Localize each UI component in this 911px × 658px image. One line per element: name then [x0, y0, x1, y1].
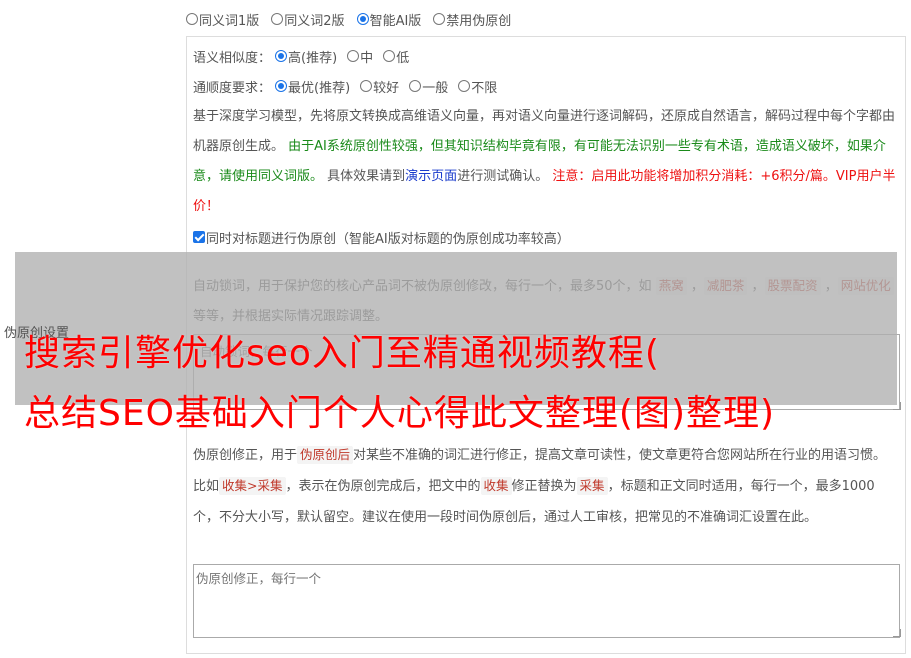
radio-fluency-normal[interactable]	[409, 80, 422, 92]
fluency-row: 通顺度要求： 最优(推荐) 较好 一般 不限	[193, 76, 507, 96]
version-label: 智能AI版	[369, 13, 422, 29]
similarity-option-low[interactable]: 低	[383, 47, 409, 66]
option-label: 中	[360, 50, 374, 66]
lock-example-tag: 燕窝	[655, 277, 687, 295]
version-label: 同义词1版	[199, 13, 260, 29]
radio-similarity-medium[interactable]	[347, 50, 360, 62]
option-label: 最优(推荐)	[288, 80, 351, 96]
similarity-option-high[interactable]: 高(推荐)	[275, 47, 337, 66]
fluency-label: 通顺度要求：	[193, 80, 272, 96]
demo-page-link[interactable]: 演示页面	[405, 169, 457, 184]
radio-fluency-good[interactable]	[360, 80, 373, 92]
lock-example-tag: 减肥茶	[703, 277, 748, 295]
radio-similarity-low[interactable]	[383, 50, 396, 62]
lock-words-text-after: 等等，并根据实际情况跟踪调整。	[193, 309, 389, 324]
correction-textarea[interactable]	[193, 564, 900, 638]
correction-tag: 收集>采集	[219, 477, 286, 495]
fluency-option-best[interactable]: 最优(推荐)	[275, 77, 350, 96]
option-label: 低	[396, 50, 410, 66]
title-checkbox-row: 同时对标题进行伪原创（智能AI版对标题的伪原创成功率较高）	[193, 227, 570, 247]
version-label: 禁用伪原创	[446, 13, 512, 29]
ai-description-text-2: 具体效果请到	[327, 169, 406, 184]
correction-tag: 收集	[480, 477, 512, 495]
article-title-line-1: 搜索引擎优化seo入门至精通视频教程(	[24, 333, 660, 374]
version-option-synonym1[interactable]: 同义词1版	[186, 10, 259, 29]
radio-disable[interactable]	[433, 13, 446, 25]
similarity-row: 语义相似度： 高(推荐) 中 低	[193, 46, 419, 66]
version-option-disable[interactable]: 禁用伪原创	[433, 10, 511, 29]
similarity-label: 语义相似度：	[193, 50, 272, 66]
radio-synonym2[interactable]	[271, 13, 284, 25]
lock-example-tag: 网站优化	[837, 277, 894, 295]
option-label: 一般	[422, 80, 449, 96]
ai-description: 基于深度学习模型，先将原文转换成高维语义向量，再对语义向量进行逐词解码，还原成自…	[193, 102, 899, 222]
fluency-option-normal[interactable]: 一般	[409, 77, 448, 96]
lock-words-description: 自动锁词，用于保护您的核心产品词不被伪原创修改，每行一个，最多50个，如 燕窝 …	[193, 272, 899, 332]
radio-ai[interactable]	[356, 13, 369, 25]
correction-text: ，表示在伪原创完成后，把文中的	[285, 479, 481, 494]
correction-text: 修正替换为	[511, 479, 577, 494]
correction-tag: 伪原创后	[297, 446, 354, 464]
radio-fluency-any[interactable]	[458, 80, 471, 92]
ai-description-text-3: 进行测试确认。	[457, 169, 549, 184]
fluency-option-good[interactable]: 较好	[360, 77, 399, 96]
version-selector: 同义词1版 同义词2版 智能AI版 禁用伪原创	[186, 10, 523, 29]
correction-section: 伪原创修正，用于 伪原创后 对某些不准确的词汇进行修正，提高文章可读性，使文章更符合…	[186, 430, 906, 654]
radio-fluency-best[interactable]	[275, 80, 288, 92]
correction-text: 伪原创修正，用于	[193, 448, 298, 463]
version-option-synonym2[interactable]: 同义词2版	[271, 10, 345, 29]
option-label: 不限	[471, 80, 498, 96]
version-option-ai[interactable]: 智能AI版	[356, 10, 422, 29]
title-checkbox-label: 同时对标题进行伪原创（智能AI版对标题的伪原创成功率较高）	[206, 231, 570, 247]
lock-example-tag: 股票配资	[764, 277, 821, 295]
correction-description: 伪原创修正，用于 伪原创后 对某些不准确的词汇进行修正，提高文章可读性，使文章更符合…	[193, 440, 899, 533]
fluency-option-any[interactable]: 不限	[458, 77, 497, 96]
title-checkbox[interactable]	[193, 231, 205, 243]
ai-settings-panel: 语义相似度： 高(推荐) 中 低 通顺度要求： 最优(推荐) 较好 一般 不限 …	[186, 36, 906, 252]
option-label: 较好	[373, 80, 400, 96]
radio-similarity-high[interactable]	[275, 50, 288, 62]
article-title-line-2: 总结SEO基础入门个人心得此文整理(图)整理)	[24, 393, 776, 434]
version-label: 同义词2版	[284, 13, 345, 29]
correction-tag: 采集	[576, 477, 608, 495]
radio-synonym1[interactable]	[186, 13, 198, 25]
option-label: 高(推荐)	[288, 50, 338, 66]
lock-words-text: 自动锁词，用于保护您的核心产品词不被伪原创修改，每行一个，最多50个，如	[193, 279, 652, 294]
similarity-option-medium[interactable]: 中	[347, 47, 373, 66]
